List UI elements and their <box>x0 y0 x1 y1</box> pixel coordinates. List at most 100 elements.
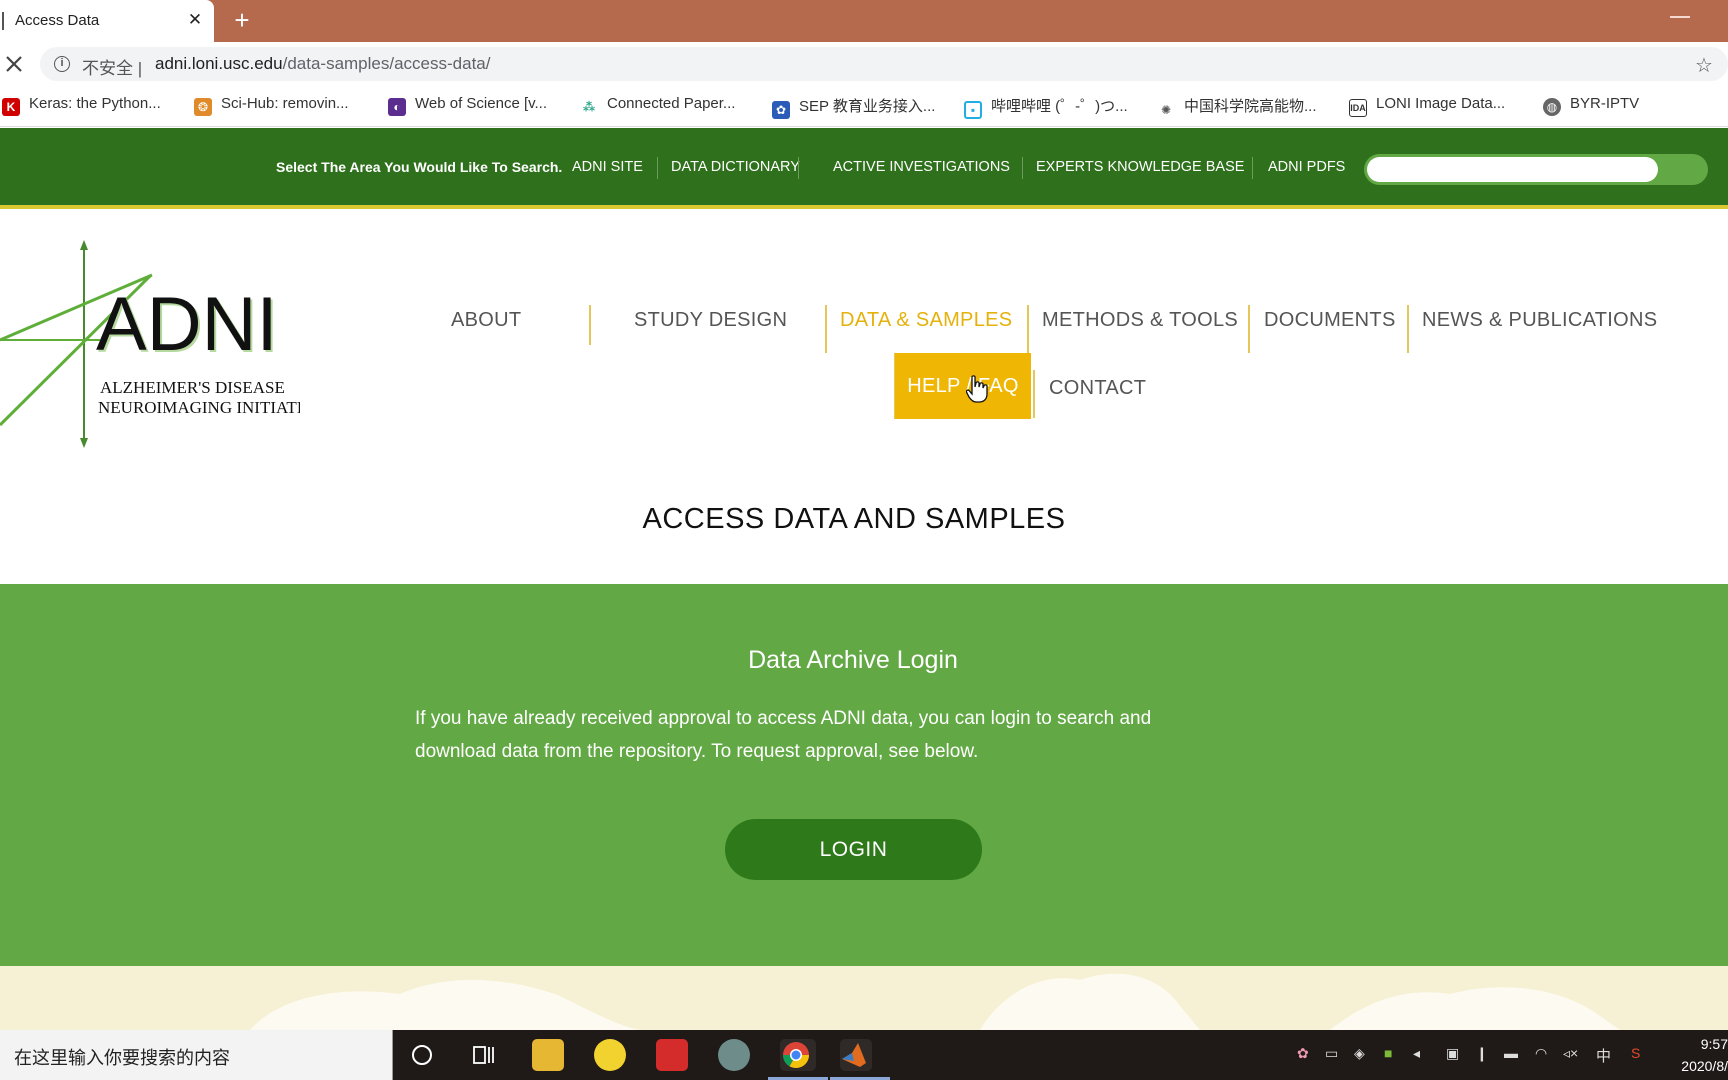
wifi-tray-icon[interactable]: ◠ <box>1535 1045 1547 1062</box>
bookmark-label: LONI Image Data... <box>1376 95 1506 112</box>
flower-tray-icon[interactable]: ✿ <box>1297 1045 1309 1062</box>
toplink-divider <box>1022 157 1023 179</box>
bookmark-item[interactable]: ❂ Sci-Hub: removin... <box>194 95 349 119</box>
sep-icon: ✿ <box>772 101 790 119</box>
bilibili-icon: ▪ <box>964 101 982 119</box>
toplink-adni-site[interactable]: ADNI SITE <box>572 159 643 175</box>
taskbar-search-box[interactable]: 在这里输入你要搜索的内容 <box>0 1030 393 1080</box>
bookmark-label: BYR-IPTV <box>1570 95 1640 112</box>
url-host: adni.loni.usc.edu <box>155 54 283 73</box>
toplink-active-investigations[interactable]: ACTIVE INVESTIGATIONS <box>833 159 1010 175</box>
omnibox[interactable]: i 不安全 | adni.loni.usc.edu/data-samples/a… <box>40 47 1728 81</box>
address-bar-row: i 不安全 | adni.loni.usc.edu/data-samples/a… <box>0 42 1728 87</box>
site-info-icon[interactable]: i <box>54 56 70 72</box>
url-path: /data-samples/access-data/ <box>282 54 491 73</box>
toplink-data-dictionary[interactable]: DATA DICTIONARY <box>671 159 800 175</box>
login-button[interactable]: LOGIN <box>725 819 982 880</box>
adni-logo[interactable]: ADNI ADNI ALZHEIMER'S DISEASE NEUROIMAGI… <box>0 240 300 450</box>
bookmark-item[interactable]: ▪ 哔哩哔哩 (゜-゜)つ... <box>964 95 1128 119</box>
bookmark-label: 哔哩哔哩 (゜-゜)つ... <box>991 98 1128 115</box>
ida-icon: IDA <box>1349 99 1367 117</box>
sogou-ime-icon[interactable]: S <box>1631 1045 1640 1061</box>
url-text[interactable]: adni.loni.usc.edu/data-samples/access-da… <box>155 54 490 74</box>
microphone-tray-icon[interactable]: ❙ <box>1476 1045 1488 1062</box>
nav-methods-tools[interactable]: METHODS & TOOLS <box>1042 309 1238 332</box>
bookmark-label: SEP 教育业务接入... <box>799 98 936 115</box>
nav-study-design[interactable]: STUDY DESIGN <box>634 309 787 332</box>
nav-divider <box>1027 305 1029 353</box>
nav-divider <box>825 305 827 353</box>
browser-tab-bar: Access Data ✕ + <box>0 0 1728 42</box>
display-tray-icon[interactable]: ▭ <box>1325 1045 1338 1062</box>
bookmark-label: Connected Paper... <box>607 95 736 112</box>
site-search-bar: Select The Area You Would Like To Search… <box>0 128 1728 209</box>
taskbar-search-placeholder: 在这里输入你要搜索的内容 <box>14 1048 230 1068</box>
world-map-shapes <box>250 973 1620 1030</box>
connectedpapers-icon: ⁂ <box>580 98 598 116</box>
site-search-input[interactable] <box>1367 157 1658 182</box>
bookmark-label: 中国科学院高能物... <box>1184 98 1317 115</box>
chrome-logo-icon <box>782 1042 810 1069</box>
clock-date: 2020/8/ <box>1681 1058 1728 1074</box>
toplink-divider <box>798 157 799 179</box>
nav-news-publications[interactable]: NEWS & PUBLICATIONS <box>1422 309 1657 332</box>
nav-help-faq[interactable]: HELP / FAQ <box>895 353 1031 419</box>
bookmark-item[interactable]: ◐ Web of Science [v... <box>388 95 547 119</box>
logo-line-1: ALZHEIMER'S DISEASE <box>100 378 285 397</box>
nav-documents[interactable]: DOCUMENTS <box>1264 309 1396 332</box>
volume-muted-icon[interactable]: ◃× <box>1563 1045 1578 1062</box>
login-description-line-1: If you have already received approval to… <box>415 708 1152 729</box>
stop-loading-icon[interactable] <box>2 52 26 76</box>
clock-time: 9:57 <box>1700 1036 1728 1052</box>
chrome-icon[interactable] <box>780 1039 816 1071</box>
bookmark-item[interactable]: ✿ SEP 教育业务接入... <box>772 95 935 119</box>
file-explorer-icon[interactable] <box>532 1039 564 1071</box>
page-title: ACCESS DATA AND SAMPLES <box>642 503 1066 535</box>
site-search-box <box>1364 154 1708 185</box>
dolby-tray-icon[interactable]: ▣ <box>1446 1045 1459 1062</box>
bookmark-item[interactable]: ◍ BYR-IPTV <box>1543 95 1639 119</box>
nav-about[interactable]: ABOUT <box>451 309 521 332</box>
youdao-icon[interactable] <box>656 1039 688 1071</box>
minimize-window-button[interactable] <box>1670 16 1690 18</box>
bookmark-item[interactable]: IDA LONI Image Data... <box>1349 95 1505 119</box>
toplink-experts-knowledge-base[interactable]: EXPERTS KNOWLEDGE BASE <box>1036 159 1244 175</box>
bookmark-item[interactable]: ⁂ Connected Paper... <box>580 95 735 119</box>
nav-divider <box>1248 305 1250 353</box>
bookmark-item[interactable]: ✺ 中国科学院高能物... <box>1157 95 1317 119</box>
security-tray-icon[interactable]: ◈ <box>1354 1045 1365 1062</box>
toplink-adni-pdfs[interactable]: ADNI PDFS <box>1268 159 1345 175</box>
search-area-prompt: Select The Area You Would Like To Search… <box>276 159 563 175</box>
new-tab-button[interactable]: + <box>229 7 255 33</box>
bookmark-star-icon[interactable]: ☆ <box>1695 53 1713 78</box>
keras-icon: K <box>2 98 20 116</box>
network-tool-icon[interactable] <box>718 1039 750 1071</box>
logo-title: ADNI <box>96 282 278 367</box>
nav-divider <box>589 305 591 345</box>
login-description-line-2: download data from the repository. To re… <box>415 741 979 762</box>
close-tab-icon[interactable]: ✕ <box>184 9 206 31</box>
nav-contact[interactable]: CONTACT <box>1049 377 1146 400</box>
tab-title: Access Data <box>15 12 100 29</box>
scihub-icon: ❂ <box>194 98 212 116</box>
bookmark-label: Sci-Hub: removin... <box>221 95 349 112</box>
taskbar-clock[interactable]: 9:57 2020/8/ <box>1664 1033 1728 1077</box>
bookmark-label: Web of Science [v... <box>415 95 548 112</box>
bookmark-item[interactable]: K Keras: the Python... <box>2 95 161 119</box>
battery-tray-icon[interactable]: ▬ <box>1504 1045 1518 1061</box>
cortana-icon[interactable] <box>410 1043 434 1067</box>
qq-music-icon[interactable] <box>594 1039 626 1071</box>
login-heading: Data Archive Login <box>748 646 958 674</box>
task-view-icon[interactable] <box>472 1044 496 1066</box>
browser-tab[interactable]: Access Data ✕ <box>0 0 214 42</box>
nvidia-tray-icon[interactable]: ■ <box>1384 1045 1392 1061</box>
speaker-tray-icon[interactable]: ◂ <box>1413 1045 1420 1062</box>
hand-cursor-icon <box>966 375 988 403</box>
ime-indicator[interactable]: 中 <box>1596 1045 1611 1066</box>
nav-data-samples[interactable]: DATA & SAMPLES <box>840 309 1012 332</box>
logo-line-2: NEUROIMAGING INITIATIVE <box>98 398 300 417</box>
toplink-divider <box>1252 157 1253 179</box>
matlab-icon[interactable] <box>840 1039 872 1071</box>
globe-icon: ◍ <box>1543 98 1561 116</box>
matlab-logo-icon <box>842 1043 866 1067</box>
